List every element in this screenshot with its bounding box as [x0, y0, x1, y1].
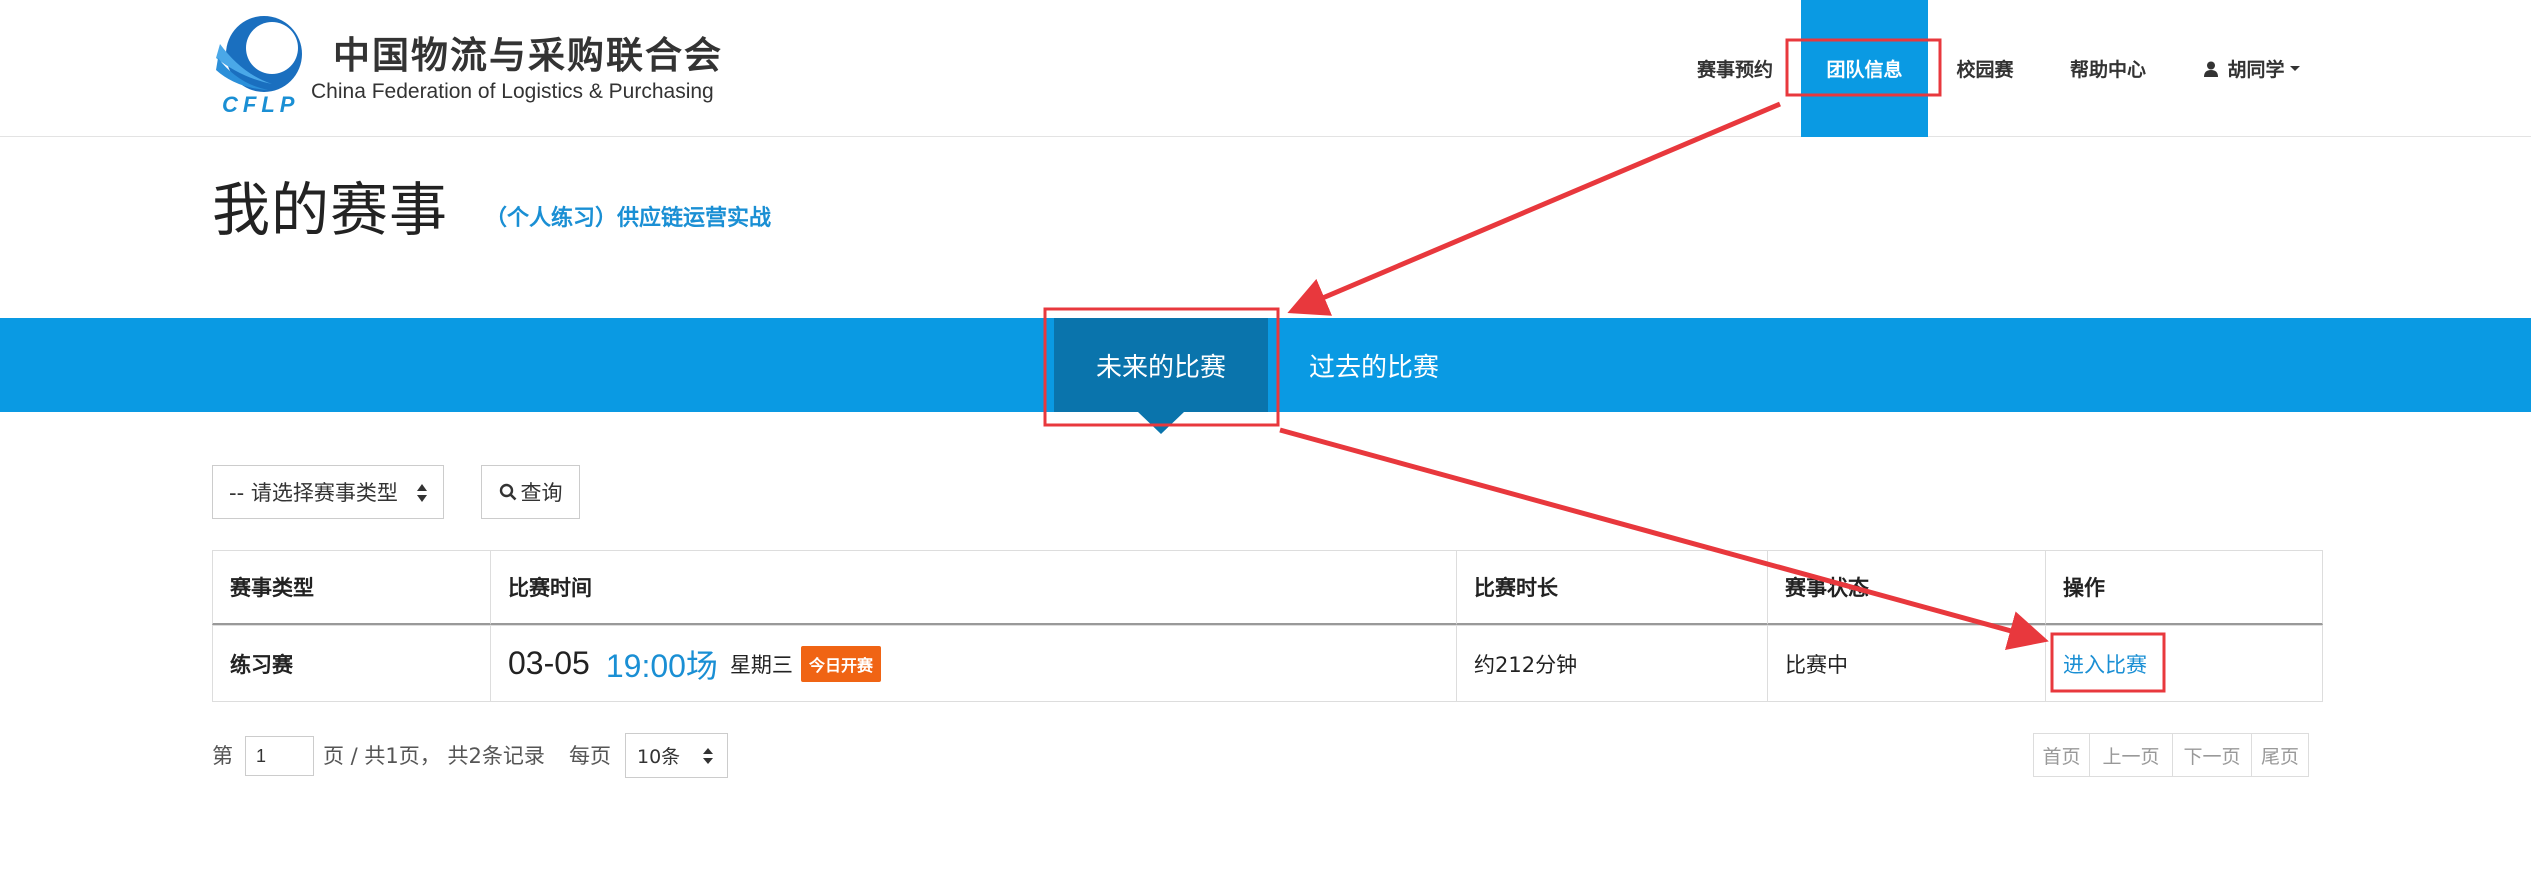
cell-match-type: 练习赛 [212, 625, 491, 702]
next-page-button[interactable]: 下一页 [2173, 734, 2252, 776]
match-time: 19:00场 [605, 647, 718, 684]
logo-chinese-name: 中国物流与采购联合会 [333, 34, 723, 77]
site-header: CFLP 中国物流与采购联合会 China Federation of Logi… [0, 0, 2531, 137]
tab-past-matches[interactable]: 过去的比赛 [1290, 318, 1458, 412]
cell-match-time: 03-05 19:00场 星期三 今日开赛 [490, 625, 1457, 702]
nav-item-help[interactable]: 帮助中心 [2058, 0, 2158, 137]
match-date: 03-05 [508, 645, 590, 681]
match-type-select[interactable]: -- 请选择赛事类型 [212, 465, 444, 519]
sort-arrows-icon [417, 484, 427, 502]
query-button-label: 查询 [520, 481, 563, 505]
per-page-label: 每页 [569, 744, 611, 768]
search-icon [499, 483, 516, 501]
per-page-value: 10条 [637, 746, 681, 768]
match-weekday: 星期三 [729, 652, 793, 677]
page-subtitle: （个人练习）供应链运营实战 [485, 206, 772, 231]
nav-item-team-info[interactable]: 团队信息 [1801, 0, 1928, 137]
prev-page-button[interactable]: 上一页 [2090, 734, 2173, 776]
active-tab-pointer [1138, 412, 1184, 434]
tab-upcoming-matches[interactable]: 未来的比赛 [1054, 318, 1268, 412]
user-name: 胡同学 [2227, 59, 2285, 81]
user-icon [2204, 61, 2219, 77]
logo-abbreviation: CFLP [222, 92, 300, 117]
column-header-type: 赛事类型 [212, 550, 491, 625]
last-page-button[interactable]: 尾页 [2252, 734, 2308, 776]
match-tabbar: 未来的比赛 过去的比赛 [0, 318, 2531, 412]
nav-item-campus[interactable]: 校园赛 [1942, 0, 2028, 137]
cell-action: 进入比赛 [2045, 625, 2323, 702]
logo-english-name: China Federation of Logistics & Purchasi… [311, 80, 714, 103]
first-page-button[interactable]: 首页 [2034, 734, 2090, 776]
page-title: 我的赛事 [212, 176, 449, 244]
nav-item-booking[interactable]: 赛事预约 [1680, 0, 1790, 137]
column-header-duration: 比赛时长 [1456, 550, 1768, 625]
pagination-buttons: 首页 上一页 下一页 尾页 [2033, 733, 2309, 777]
column-header-status: 赛事状态 [1767, 550, 2046, 625]
query-button[interactable]: 查询 [481, 465, 580, 519]
enter-match-link[interactable]: 进入比赛 [2063, 649, 2147, 679]
column-header-time: 比赛时间 [490, 550, 1457, 625]
pager-prefix: 第 [212, 744, 233, 768]
sort-arrows-icon [703, 748, 713, 764]
chevron-down-icon [2289, 66, 2300, 71]
page-number-input[interactable] [245, 736, 314, 776]
user-menu[interactable]: 胡同学 [2192, 0, 2312, 137]
cell-status: 比赛中 [1767, 625, 2046, 702]
per-page-select[interactable]: 10条 [625, 733, 728, 778]
match-type-select-value: -- 请选择赛事类型 [229, 481, 398, 505]
today-badge: 今日开赛 [800, 645, 881, 682]
column-header-action: 操作 [2045, 550, 2323, 625]
pager-summary: 页 / 共1页， 共2条记录 [323, 744, 545, 768]
cell-duration: 约212分钟 [1456, 625, 1768, 702]
